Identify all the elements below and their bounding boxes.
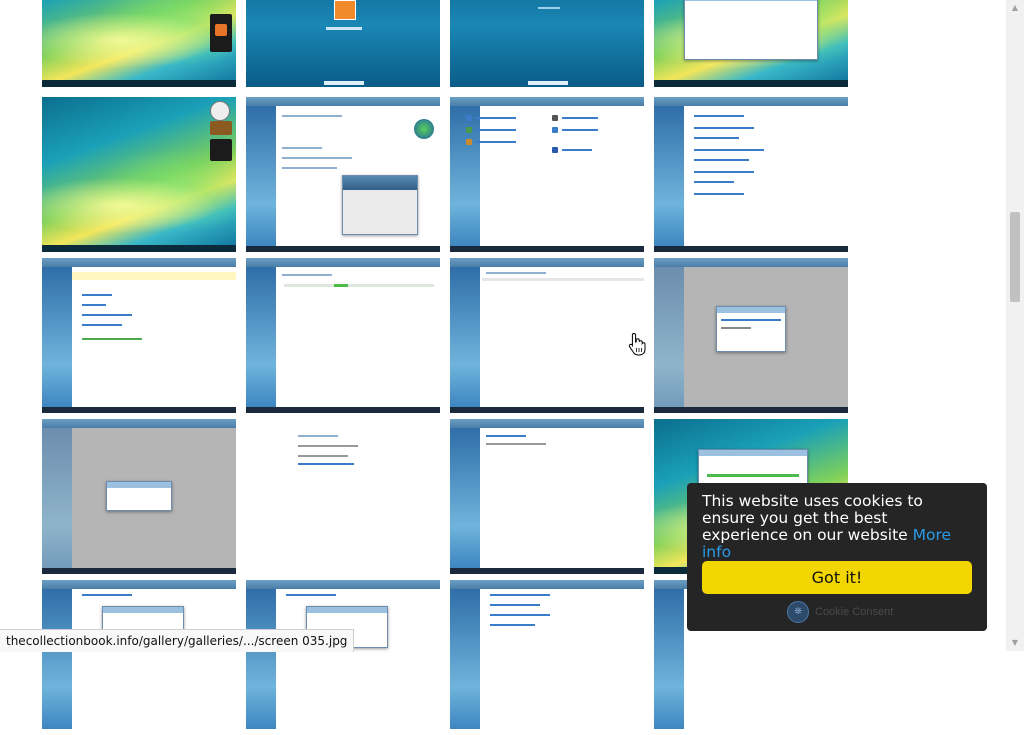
gallery-thumbnail[interactable]: [42, 97, 236, 252]
gallery-thumbnail[interactable]: [246, 97, 440, 252]
thumbnail-image: [246, 258, 440, 413]
thumbnail-image: [42, 419, 236, 574]
gallery-thumbnail[interactable]: [450, 419, 644, 574]
cookie-consent-brand[interactable]: ❊ Cookie Consent: [787, 601, 894, 623]
chevron-up-icon[interactable]: ▲: [1006, 0, 1024, 16]
gallery-thumbnail[interactable]: [246, 258, 440, 413]
vertical-scrollbar[interactable]: ▲ ▼: [1006, 0, 1024, 651]
thumbnail-image: [42, 0, 236, 87]
thumbnail-image: [246, 580, 440, 735]
thumbnail-image: [450, 419, 644, 574]
cookie-message: This website uses cookies to ensure you …: [702, 493, 977, 561]
gallery-thumbnail[interactable]: [450, 97, 644, 252]
thumbnail-image: [450, 258, 644, 413]
gallery-thumbnail[interactable]: [246, 419, 440, 574]
gallery-thumbnail[interactable]: [654, 258, 848, 413]
gallery-thumbnail[interactable]: [246, 0, 440, 87]
scrollbar-thumb[interactable]: [1010, 212, 1020, 302]
gallery-thumbnail[interactable]: [246, 580, 440, 735]
thumbnail-image: [42, 580, 236, 735]
gallery-thumbnail[interactable]: [654, 97, 848, 252]
link-status-bar: thecollectionbook.info/gallery/galleries…: [0, 629, 355, 652]
thumbnail-image: [42, 258, 236, 413]
gallery-thumbnail[interactable]: [42, 580, 236, 735]
cookie-message-text: This website uses cookies to ensure you …: [702, 492, 923, 544]
accept-cookies-button[interactable]: Got it!: [702, 561, 972, 594]
gallery-thumbnail[interactable]: [450, 580, 644, 735]
gallery-thumbnail[interactable]: [450, 0, 644, 87]
cookie-consent-banner: This website uses cookies to ensure you …: [687, 483, 987, 631]
gallery-thumbnail[interactable]: [42, 0, 236, 87]
cookie-consent-brand-label: Cookie Consent: [815, 606, 894, 618]
gallery-thumbnail[interactable]: [42, 258, 236, 413]
thumbnail-image: [246, 419, 440, 574]
thumbnail-image: [246, 97, 440, 252]
thumbnail-image: [654, 97, 848, 252]
thumbnail-image: [450, 580, 644, 735]
thumbnail-image: [42, 97, 236, 252]
gallery-thumbnail[interactable]: [42, 419, 236, 574]
gallery-thumbnail[interactable]: [450, 258, 644, 413]
chevron-down-icon[interactable]: ▼: [1006, 635, 1024, 651]
thumbnail-image: [450, 97, 644, 252]
thumbnail-image: [654, 258, 848, 413]
thumbnail-image: [654, 0, 848, 87]
thumbnail-image: [450, 0, 644, 87]
gallery-thumbnail[interactable]: [654, 0, 848, 87]
cookie-consent-logo-icon: ❊: [787, 601, 809, 623]
thumbnail-image: [246, 0, 440, 87]
